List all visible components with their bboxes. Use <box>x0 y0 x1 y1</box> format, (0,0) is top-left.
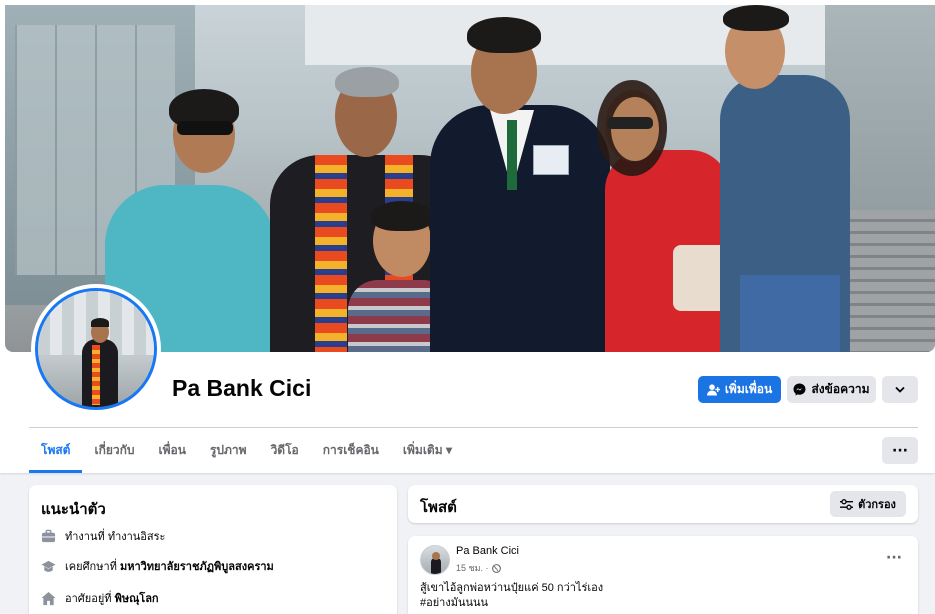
post-text-line-1: สู้เขาไอ้ลูกพ่อหว่านปุ๋ยแค่ 50 กว่าไร่เอ… <box>420 582 604 594</box>
tab-about[interactable]: เกี่ยวกับ <box>82 430 146 472</box>
add-friend-icon <box>706 383 720 395</box>
profile-header: Pa Bank Cici เพิ่มเพื่อน ส่งข้อความ โพสต… <box>0 0 935 473</box>
intro-item-education: เคยศึกษาที่ มหาวิทยาลัยราชภัฏพิบูลสงคราม <box>41 557 274 575</box>
post-time[interactable]: 15 ชม. · <box>456 561 489 575</box>
filter-label: ตัวกรอง <box>858 499 896 511</box>
intro-education-prefix: เคยศึกษาที่ <box>65 561 120 573</box>
profile-more-button[interactable] <box>882 376 918 403</box>
messenger-icon <box>793 383 806 396</box>
tab-checkins[interactable]: การเช็คอิน <box>311 430 391 472</box>
tab-videos[interactable]: วิดีโอ <box>259 430 311 472</box>
header-divider <box>29 427 918 428</box>
message-label: ส่งข้อความ <box>811 382 870 396</box>
profile-avatar[interactable] <box>31 284 161 414</box>
profile-name: Pa Bank Cici <box>172 375 312 401</box>
post-hashtag[interactable]: #อย่างมันนนน <box>420 596 603 611</box>
message-button[interactable]: ส่งข้อความ <box>787 376 876 403</box>
home-icon <box>41 591 56 605</box>
add-friend-label: เพิ่มเพื่อน <box>724 382 773 396</box>
post-options-button[interactable]: ··· <box>886 550 902 566</box>
briefcase-icon <box>41 529 56 542</box>
tab-friends[interactable]: เพื่อน <box>147 430 198 472</box>
graduation-cap-icon <box>41 560 56 572</box>
tab-photos[interactable]: รูปภาพ <box>198 430 259 472</box>
tab-posts[interactable]: โพสต์ <box>29 430 83 473</box>
intro-work-value[interactable]: ทำงานอิสระ <box>108 531 166 543</box>
filter-button[interactable]: ตัวกรอง <box>830 491 906 517</box>
tabs-more-options-button[interactable]: ··· <box>882 437 918 464</box>
post-card: Pa Bank Cici 15 ชม. · ··· สู้เขาไอ้ลูกพ่… <box>408 536 918 614</box>
intro-location-value[interactable]: พิษณุโลก <box>115 593 159 605</box>
intro-title: แนะนำตัว <box>41 501 106 518</box>
globe-icon <box>491 563 501 573</box>
posts-header-card: โพสต์ ตัวกรอง <box>408 485 918 523</box>
post-text: สู้เขาไอ้ลูกพ่อหว่านปุ๋ยแค่ 50 กว่าไร่เอ… <box>420 581 603 611</box>
chevron-down-icon <box>895 386 905 393</box>
intro-item-work: ทำงานที่ ทำงานอิสระ <box>41 527 165 545</box>
post-author-name[interactable]: Pa Bank Cici <box>456 545 519 557</box>
intro-work-prefix: ทำงานที่ <box>65 531 108 543</box>
intro-item-location: อาศัยอยู่ที่ พิษณุโลก <box>41 589 159 607</box>
post-meta: 15 ชม. · <box>456 561 501 575</box>
intro-education-value[interactable]: มหาวิทยาลัยราชภัฏพิบูลสงคราม <box>120 561 274 573</box>
add-friend-button[interactable]: เพิ่มเพื่อน <box>698 376 781 403</box>
profile-tabs: โพสต์ เกี่ยวกับ เพื่อน รูปภาพ วิดีโอ การ… <box>29 430 464 473</box>
post-author-avatar[interactable] <box>420 545 450 575</box>
filter-icon <box>840 498 854 510</box>
intro-card: แนะนำตัว ทำงานที่ ทำงานอิสระ เคยศึกษาที่… <box>29 485 397 614</box>
tab-more[interactable]: เพิ่มเติม ▾ <box>391 430 464 472</box>
intro-location-prefix: อาศัยอยู่ที่ <box>65 593 115 605</box>
posts-title: โพสต์ <box>420 499 457 516</box>
